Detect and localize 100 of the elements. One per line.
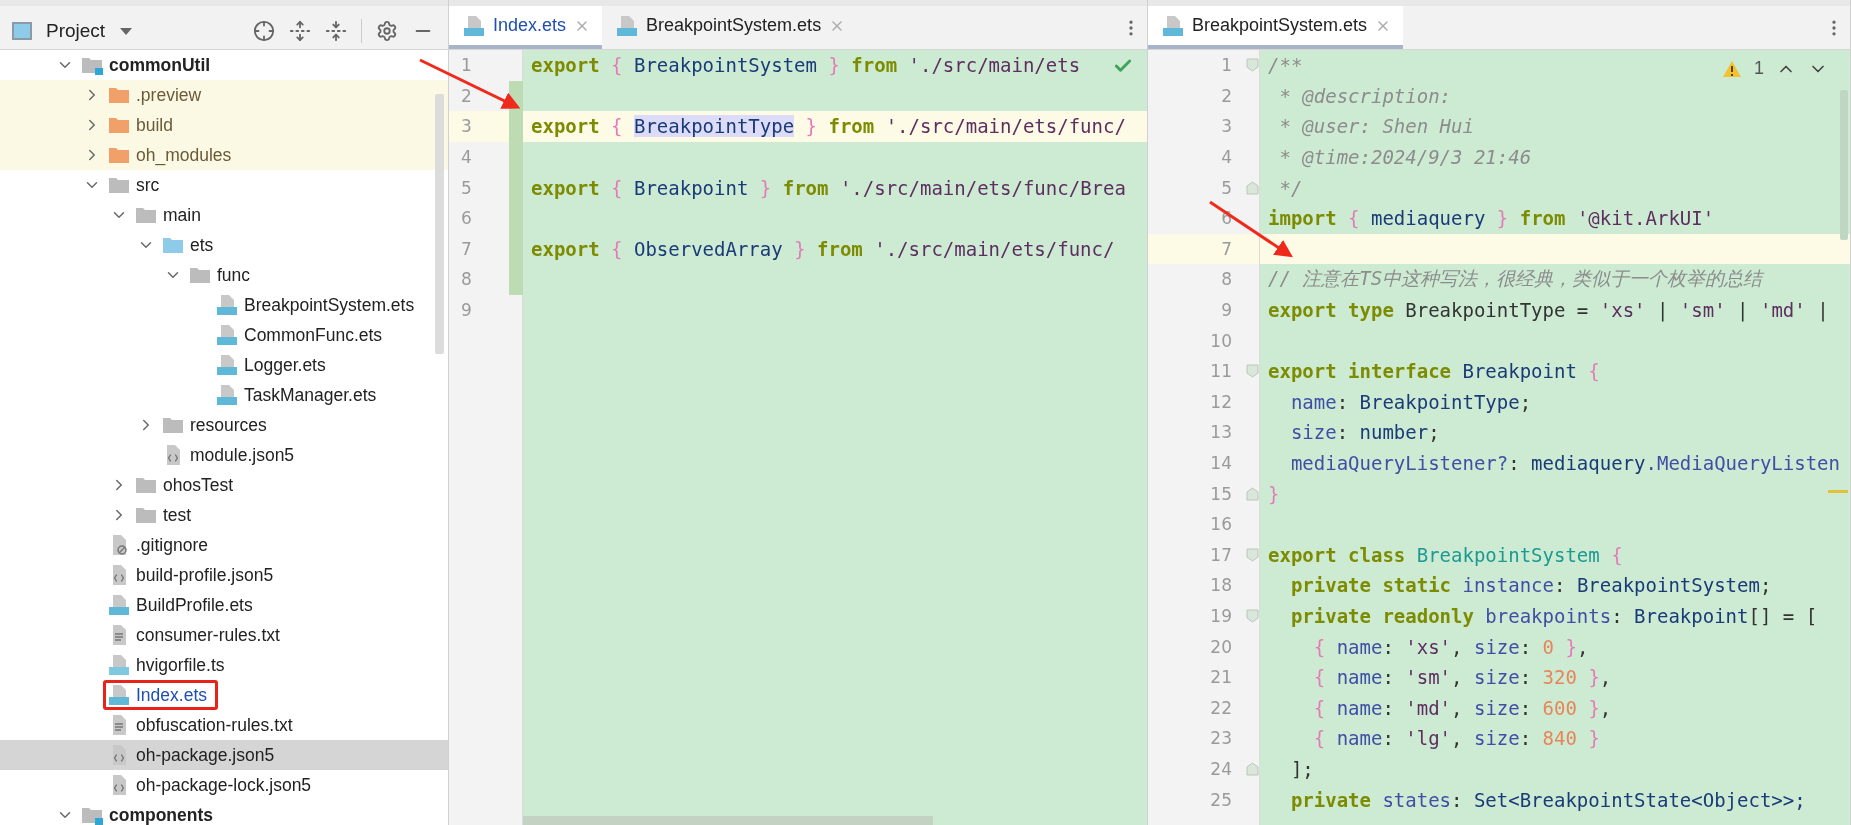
ts-file-icon (108, 654, 130, 676)
line-number: 21 (1210, 667, 1232, 688)
file-tree-item[interactable]: consumer-rules.txt (0, 620, 448, 650)
folder-tree-item[interactable]: commonUtil (0, 50, 448, 80)
code-line: name: BreakpointType; (1289, 389, 1532, 415)
module-folder-icon (81, 55, 103, 75)
file-tree-item[interactable]: module.json5 (0, 440, 448, 470)
fold-marker-icon[interactable] (1245, 609, 1259, 623)
file-tree-item[interactable]: Index.ets (0, 680, 448, 710)
file-tree-item[interactable]: hvigorfile.ts (0, 650, 448, 680)
warning-icon[interactable] (1722, 59, 1742, 78)
file-tree-item[interactable]: CommonFunc.ets (0, 320, 448, 350)
folder-tree-item[interactable]: src (0, 170, 448, 200)
code-line: export { ObservedArray } from './src/main/ets/func/ (530, 236, 1115, 262)
line-number: 4 (1221, 147, 1232, 168)
folder-icon (189, 265, 211, 285)
fold-marker-icon[interactable] (1245, 180, 1259, 195)
folder-tree-item[interactable]: func (0, 260, 448, 290)
line-number: 5 (461, 177, 472, 198)
folder-icon (162, 235, 184, 255)
line-number: 25 (1210, 789, 1232, 810)
line-number: 15 (1210, 483, 1232, 504)
file-tree-item[interactable]: BreakpointSystem.ets (0, 290, 448, 320)
code-line: // 注意在TS中这种写法，很经典，类似于一个枚举的总结 (1267, 266, 1763, 292)
file-tree-item[interactable]: oh-package-lock.json5 (0, 770, 448, 800)
folder-icon (108, 145, 130, 165)
fold-marker-icon[interactable] (1245, 58, 1259, 73)
line-number: 8 (461, 269, 472, 290)
scrollbar-thumb[interactable] (1840, 90, 1848, 240)
folder-tree-item[interactable]: components (0, 800, 448, 825)
code-line: size: number; (1289, 420, 1440, 446)
warning-count[interactable]: 1 (1754, 58, 1764, 79)
ets-file-icon (616, 14, 639, 37)
folder-tree-item[interactable]: .preview (0, 80, 448, 110)
file-tree-item[interactable]: TaskManager.ets (0, 380, 448, 410)
folder-tree-item[interactable]: ets (0, 230, 448, 260)
line-number: 16 (1210, 514, 1232, 535)
folder-tree-item[interactable]: oh_modules (0, 140, 448, 170)
editor-tab[interactable]: BreakpointSystem.ets (602, 6, 858, 49)
line-number: 3 (461, 116, 472, 137)
file-tree-item[interactable]: obfuscation-rules.txt (0, 710, 448, 740)
fold-marker-icon[interactable] (1245, 547, 1259, 562)
folder-tree-item[interactable]: resources (0, 410, 448, 440)
file-tree-item[interactable]: .gitignore (0, 530, 448, 560)
file-tree-item[interactable]: oh-package.json5 (0, 740, 448, 770)
editor-tab[interactable]: BreakpointSystem.ets (1148, 6, 1404, 49)
file-tree-item[interactable]: build-profile.json5 (0, 560, 448, 590)
line-number: 1 (461, 55, 472, 76)
editor-tab[interactable]: Index.ets (449, 6, 603, 49)
change-marker[interactable] (509, 264, 523, 295)
ets-file-icon (1162, 14, 1184, 37)
folder-icon (135, 475, 157, 495)
code-line: ]; (1289, 756, 1314, 782)
folder-tree-item[interactable]: build (0, 110, 448, 140)
code-line: { name: 'xs', size: 0 }, (1312, 634, 1589, 660)
line-number: 8 (1221, 269, 1232, 290)
ets-file-icon (216, 294, 238, 316)
line-number: 7 (461, 238, 472, 259)
line-number: 7 (1221, 238, 1232, 259)
ets-file-icon (108, 594, 130, 616)
line-number: 4 (461, 147, 472, 168)
code-line: /** (1267, 53, 1303, 79)
line-number: 2 (1221, 85, 1232, 106)
code-line: export class BreakpointSystem { (1267, 542, 1623, 568)
collapse-all-button[interactable] (325, 19, 347, 42)
ets-file-icon (463, 14, 485, 37)
change-marker[interactable] (509, 111, 523, 142)
folder-tree-item[interactable]: test (0, 500, 448, 530)
fold-marker-icon[interactable] (1245, 364, 1259, 379)
settings-button[interactable] (376, 19, 398, 42)
code-line: * @time:2024/9/3 21:46 (1278, 145, 1532, 171)
folder-tree-item[interactable]: ohosTest (0, 470, 448, 500)
fold-marker-icon[interactable] (1245, 761, 1259, 776)
folder-tree-item[interactable]: main (0, 200, 448, 230)
file-tree-item[interactable]: BuildProfile.ets (0, 590, 448, 620)
line-number: 19 (1210, 606, 1232, 626)
line-number: 12 (1210, 391, 1232, 412)
expand-all-button[interactable] (289, 19, 311, 42)
line-number: 23 (1210, 728, 1232, 749)
panel-title[interactable]: Project (46, 19, 106, 42)
code-line: { name: 'md', size: 600 }, (1312, 695, 1612, 721)
code-line: * @user: Shen Hui (1278, 114, 1474, 140)
code-line: export type BreakpointType = 'xs' | 'sm' | 'md' | (1267, 298, 1829, 324)
scrollbar-thumb[interactable] (523, 816, 933, 825)
line-number: 5 (1221, 177, 1232, 198)
line-number: 11 (1210, 361, 1232, 382)
file-tree-item[interactable]: Logger.ets (0, 350, 448, 380)
code-line: import { mediaquery } from '@kit.ArkUI' (1267, 206, 1715, 232)
line-number: 24 (1210, 758, 1232, 779)
code-line: export interface Breakpoint { (1267, 359, 1600, 385)
window-icon (12, 21, 32, 40)
locate-file-button[interactable] (253, 19, 275, 42)
folder-icon (135, 205, 157, 225)
fold-marker-icon[interactable] (1245, 486, 1259, 501)
line-number: 18 (1210, 575, 1232, 596)
code-line: export { BreakpointSystem } from './src/main/ets (530, 53, 1081, 79)
ets-file-icon (216, 384, 238, 406)
line-number: 9 (1221, 300, 1232, 321)
dropdown-caret-icon[interactable] (119, 25, 134, 36)
scrollbar-thumb[interactable] (435, 94, 444, 354)
